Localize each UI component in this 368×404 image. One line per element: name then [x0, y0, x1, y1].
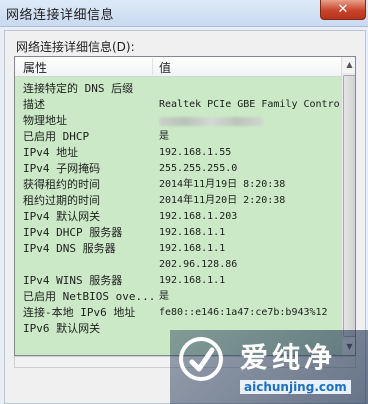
details-label: 网络连接详细信息(D): [16, 40, 135, 54]
title-bar: 网络连接详细信息 ✕ [0, 0, 368, 27]
list-item[interactable]: IPv4 地址 192.168.1.55 [15, 145, 341, 161]
details-dialog: 网络连接详细信息 ✕ 网络连接详细信息(D): 属性 值 连接特定的 DNS 后… [0, 0, 368, 404]
watermark: 爱纯净 aichunjing.com [170, 330, 368, 404]
property-value: 是 [159, 131, 169, 142]
property-name: IPv4 WINS 服务器 [23, 274, 123, 287]
property-value: 192.168.1.1 [159, 275, 226, 286]
list-item[interactable]: IPv4 DHCP 服务器 192.168.1.1 [15, 225, 341, 241]
property-name: IPv4 DNS 服务器 [23, 242, 116, 255]
property-name: IPv4 子网掩码 [23, 162, 101, 175]
list-item[interactable]: 获得租约的时间 2014年11月19日 8:20:38 [15, 177, 341, 193]
property-name: 物理地址 [23, 114, 67, 127]
aichunjing-logo-icon [179, 337, 223, 381]
list-item[interactable]: 描述 Realtek PCIe GBE Family Contro [15, 97, 341, 113]
list-item[interactable]: IPv4 WINS 服务器 192.168.1.1 [15, 273, 341, 289]
list-item[interactable]: IPv4 DNS 服务器 192.168.1.1 [15, 241, 341, 257]
scrollbar-thumb[interactable] [343, 75, 355, 337]
vertical-scrollbar[interactable]: ▲ ▼ [341, 57, 355, 355]
property-name: 连接特定的 DNS 后缀 [23, 82, 134, 95]
list-rows: 连接特定的 DNS 后缀 描述 Realtek PCIe GBE Family … [15, 77, 341, 355]
list-item[interactable]: 202.96.128.86 [15, 257, 341, 273]
column-divider[interactable] [152, 58, 153, 75]
property-name: 获得租约的时间 [23, 178, 100, 191]
list-item[interactable]: 已启用 DHCP 是 [15, 129, 341, 145]
property-name: 连接-本地 IPv6 地址 [23, 306, 136, 319]
details-list[interactable]: 属性 值 连接特定的 DNS 后缀 描述 Realtek PCIe GBE Fa… [14, 56, 356, 356]
property-value: Realtek PCIe GBE Family Contro [159, 99, 340, 110]
property-name: 租约过期的时间 [23, 194, 100, 207]
chevron-up-icon[interactable]: ▲ [342, 57, 355, 73]
property-value: 2014年11月20日 2:20:38 [159, 195, 286, 206]
list-item[interactable]: 连接特定的 DNS 后缀 [15, 81, 341, 97]
property-value: 2014年11月19日 8:20:38 [159, 179, 286, 190]
close-icon: ✕ [337, 2, 349, 17]
property-name: 已启用 NetBIOS ove... [23, 290, 153, 303]
property-value: 255.255.255.0 [159, 163, 238, 174]
watermark-url: aichunjing.com [240, 380, 351, 394]
column-header-property[interactable]: 属性 [23, 59, 47, 76]
column-header-value[interactable]: 值 [159, 59, 171, 76]
list-item[interactable]: 连接-本地 IPv6 地址 fe80::e146:1a47:ce7b:b943%… [15, 305, 341, 321]
list-item[interactable]: 物理地址 [15, 113, 341, 129]
property-value: 192.168.1.203 [159, 211, 238, 222]
list-header: 属性 值 [15, 57, 341, 77]
property-name: IPv4 地址 [23, 146, 79, 159]
property-name: IPv4 DHCP 服务器 [23, 226, 123, 239]
property-name: IPv6 默认网关 [23, 322, 101, 335]
property-value: 192.168.1.55 [159, 147, 232, 158]
property-name: 已启用 DHCP [23, 130, 90, 143]
property-value: 是 [159, 291, 169, 302]
property-value: fe80::e146:1a47:ce7b:b943%12 [159, 307, 328, 318]
list-item[interactable]: IPv4 默认网关 192.168.1.203 [15, 209, 341, 225]
blurred-mac-address [159, 117, 263, 126]
property-name: IPv4 默认网关 [23, 210, 101, 223]
list-item[interactable]: 已启用 NetBIOS ove... 是 [15, 289, 341, 305]
close-button[interactable]: ✕ [320, 0, 366, 20]
watermark-brand: 爱纯净 [240, 341, 337, 374]
property-value: 192.168.1.1 [159, 243, 226, 254]
property-name: 描述 [23, 98, 45, 111]
list-item[interactable]: IPv4 子网掩码 255.255.255.0 [15, 161, 341, 177]
window-title: 网络连接详细信息 [6, 8, 115, 23]
property-value: 192.168.1.1 [159, 227, 226, 238]
list-item[interactable]: 租约过期的时间 2014年11月20日 2:20:38 [15, 193, 341, 209]
property-value: 202.96.128.86 [159, 259, 238, 270]
